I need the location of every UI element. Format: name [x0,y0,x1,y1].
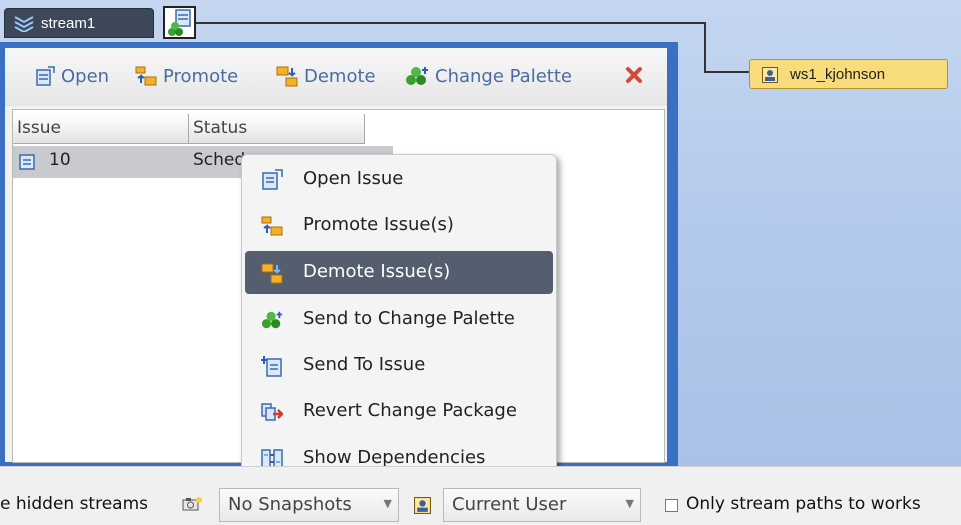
open-issue-icon [262,169,283,190]
issue-icon [19,154,35,170]
default-group-button[interactable] [163,6,196,39]
stream-diagram-canvas[interactable]: stream1 ws1_kjohnson Open Promote Demote… [0,0,961,486]
connector-line [704,71,750,73]
menu-item-label: Promote Issue(s) [303,214,454,235]
open-button[interactable]: Open [35,62,109,90]
stream-icon [14,16,34,32]
promote-icon [135,66,157,86]
connector-line [196,22,706,24]
change-palette-icon [406,67,428,85]
column-header-issue[interactable]: Issue [13,114,189,144]
context-menu: Open Issue Promote Issue(s) Demote Issue… [241,154,557,486]
user-dropdown[interactable]: Current User ▼ [443,488,641,522]
demote-button-label: Demote [304,65,376,87]
chevron-down-icon: ▼ [625,497,634,510]
default-group-icon [168,9,191,36]
menu-item-label: Open Issue [303,168,404,189]
snapshots-dropdown[interactable]: No Snapshots ▼ [219,488,399,522]
menu-item-promote-issues[interactable]: Promote Issue(s) [245,204,553,247]
issue-status: Sched [193,150,246,170]
column-header-label: Issue [17,118,61,138]
only-stream-paths-checkbox[interactable] [665,499,678,512]
change-palette-button-label: Change Palette [435,65,572,87]
menu-item-label: Demote Issue(s) [303,261,451,282]
demote-button[interactable]: Demote [276,62,376,90]
snapshot-icon [182,497,202,511]
stream-name: stream1 [41,15,96,32]
change-palette-icon [261,311,283,329]
menu-item-label: Send to Change Palette [303,308,515,329]
menu-item-label: Revert Change Package [303,400,517,421]
promote-button[interactable]: Promote [135,62,238,90]
demote-icon [261,263,283,284]
hidden-streams-label[interactable]: e hidden streams [0,494,148,514]
send-to-issue-icon [261,356,282,377]
menu-item-label: Send To Issue [303,354,426,375]
menu-item-demote-issues[interactable]: Demote Issue(s) [245,251,553,294]
only-stream-paths-label: Only stream paths to works [686,494,921,514]
open-button-label: Open [61,65,110,87]
snapshots-value: No Snapshots [228,494,352,515]
close-icon[interactable] [623,64,645,86]
promote-button-label: Promote [163,65,239,87]
menu-item-label: Show Dependencies [303,447,486,468]
workspace-icon [762,67,778,83]
menu-item-send-to-change-palette[interactable]: Send to Change Palette [245,298,553,341]
stream-node[interactable]: stream1 [4,8,154,38]
issue-toolbar: Open Promote Demote Change Palette [5,48,667,106]
workspace-node[interactable]: ws1_kjohnson [749,59,948,89]
demote-icon [276,66,298,87]
column-header-label: Status [193,118,248,138]
open-issue-icon [36,66,55,86]
issue-number: 10 [49,150,71,170]
menu-item-send-to-issue[interactable]: Send To Issue [245,344,553,387]
menu-item-open-issue[interactable]: Open Issue [245,158,553,201]
user-value: Current User [452,494,567,515]
filter-bar: e hidden streams No Snapshots ▼ Current … [0,466,961,525]
connector-line [704,22,706,73]
change-palette-button[interactable]: Change Palette [405,62,572,90]
menu-item-revert-change-package[interactable]: Revert Change Package [245,390,553,433]
revert-icon [261,403,283,421]
workspace-name: ws1_kjohnson [790,66,886,83]
column-header-status[interactable]: Status [189,114,365,144]
user-icon [414,497,431,514]
chevron-down-icon: ▼ [383,497,392,510]
promote-icon [261,216,283,236]
